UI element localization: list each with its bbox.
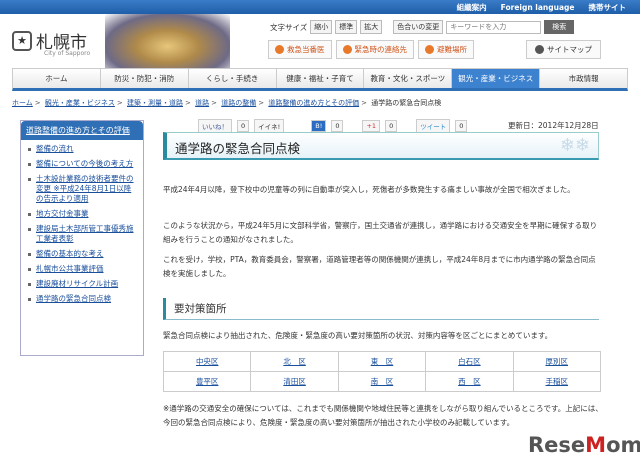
ward-link[interactable]: 豊平区 — [196, 377, 219, 386]
sidebar-link[interactable]: 土木設計業務の技術者要件の変更 ※平成24年8月1日以降の告示より適用 — [36, 174, 134, 203]
ward-link[interactable]: 東 区 — [371, 357, 394, 366]
sidebar-item: 通学路の緊急合同点検 — [27, 294, 137, 304]
gplus-count: 0 — [385, 120, 398, 132]
page-title-box: 通学路の緊急合同点検 ❄❄ — [163, 132, 599, 160]
social-buttons: いいね！ 0 イイネ! B! 0 +1 0 ツイート 0 — [198, 119, 468, 133]
sidebar-link[interactable]: 札幌市公共事業評価 — [36, 264, 104, 273]
global-nav: ホーム 防災・防犯・消防 くらし・手続き 健康・福祉・子育て 教育・文化・スポー… — [12, 68, 628, 91]
sidebar-heading-link[interactable]: 道路整備の進め方とその評価 — [26, 126, 130, 135]
table-row: 中央区 北 区 東 区 白石区 厚別区 — [162, 351, 602, 372]
emergency-contact-button[interactable]: 緊急時の連絡先 — [335, 40, 414, 59]
phone-icon — [342, 45, 352, 54]
link-organization[interactable]: 組織案内 — [457, 2, 487, 13]
header-tools: 文字サイズ 縮小 標準 拡大 色合いの変更 検索 — [270, 20, 575, 34]
font-large-button[interactable]: 拡大 — [360, 20, 383, 34]
site-logo[interactable]: ★ 札幌市 City of Sapporo — [12, 28, 90, 57]
page-title: 通学路の緊急合同点検 — [175, 141, 301, 156]
table-row: 豊平区 清田区 南 区 西 区 手稲区 — [162, 371, 602, 392]
ward-table: 中央区 北 区 東 区 白石区 厚別区 豊平区 清田区 南 区 西 区 手稲区 — [162, 351, 602, 392]
search-button[interactable]: 検索 — [544, 20, 575, 34]
nav-city-info[interactable]: 市政情報 — [540, 69, 627, 88]
nav-home[interactable]: ホーム — [13, 69, 101, 88]
section-intro: 緊急合同点検により抽出された、危険度・緊急度の高い要対策箇所の状況、対策内容等を… — [163, 331, 553, 340]
hospital-icon — [275, 45, 284, 54]
paragraph: これを受け，学校，PTA，教育委員会，警察署，道路管理者等の関係機関が連携し，平… — [163, 255, 596, 278]
sidebar-item: 建設局土木部所管工事優秀施工業者表彰 — [27, 224, 137, 244]
sidebar-item: 建設廃材リサイクル計画 — [27, 279, 137, 289]
ward-link[interactable]: 西 区 — [458, 377, 481, 386]
crumb-link[interactable]: 道路の整備 — [221, 99, 256, 107]
sidebar-link[interactable]: 建設廃材リサイクル計画 — [36, 279, 118, 288]
resemom-watermark: ReseMom — [528, 433, 640, 457]
font-standard-button[interactable]: 標準 — [335, 20, 358, 34]
crumb-link[interactable]: 建築・測量・道路 — [127, 99, 183, 107]
sidebar-item: 土木設計業務の技術者要件の変更 ※平成24年8月1日以降の告示より適用 — [27, 174, 137, 204]
paragraph: このような状況から，平成24年5月に文部科学省，警察庁，国土交通省が連携し，通学… — [163, 221, 598, 244]
link-foreign-language[interactable]: Foreign language — [501, 3, 575, 12]
nav-disaster[interactable]: 防災・防犯・消防 — [101, 69, 189, 88]
breadcrumb: ホーム > 観光・産業・ビジネス > 建築・測量・道路 > 道路 > 道路の整備 > 道路… — [12, 99, 442, 107]
logo-subtitle: City of Sapporo — [44, 50, 91, 57]
sidebar-link[interactable]: 地方交付金事業 — [36, 209, 89, 218]
like-count: 0 — [237, 120, 250, 132]
sidebar-link[interactable]: 整備の流れ — [36, 144, 74, 153]
header-christmas-tree-image — [105, 14, 230, 68]
sitemap-button[interactable]: サイトマップ — [526, 40, 601, 59]
lightning-icon — [425, 45, 434, 54]
font-small-button[interactable]: 縮小 — [310, 20, 333, 34]
search-input[interactable] — [446, 20, 542, 34]
section-heading: 要対策箇所 — [163, 298, 599, 320]
crumb-link[interactable]: 道路整備の進め方とその評価 — [268, 99, 359, 107]
top-links: 組織案内 Foreign language 携帯サイト — [0, 0, 640, 14]
ward-link[interactable]: 白石区 — [458, 357, 481, 366]
evacuation-site-button[interactable]: 避難場所 — [418, 40, 474, 59]
paragraph: 平成24年4月以降，登下校中の児童等の列に自動車が突入し，死傷者が多数発生する痛… — [163, 185, 575, 194]
emergency-doctor-button[interactable]: 救急当番医 — [268, 40, 332, 59]
ward-link[interactable]: 清田区 — [283, 377, 306, 386]
facebook-like-button[interactable]: いいね！ — [198, 119, 232, 133]
nav-education[interactable]: 教育・文化・スポーツ — [364, 69, 453, 88]
crumb-link[interactable]: 道路 — [195, 99, 209, 107]
google-plus-button[interactable]: +1 — [362, 120, 381, 132]
emergency-links: 救急当番医 緊急時の連絡先 避難場所 — [268, 40, 474, 59]
nav-tourism[interactable]: 観光・産業・ビジネス — [452, 69, 541, 88]
link-mobile-site[interactable]: 携帯サイト — [589, 2, 627, 13]
ward-link[interactable]: 手稲区 — [546, 377, 569, 386]
note: ※通学路の交通安全の確保については、これまでも関係機関や地域住民等と連携をしなが… — [163, 404, 603, 427]
sidebar-link[interactable]: 建設局土木部所管工事優秀施工業者表彰 — [36, 224, 134, 243]
updated-date: 更新日：2012年12月28日 — [508, 121, 599, 130]
sitemap-icon — [535, 45, 544, 54]
sidebar-link[interactable]: 整備の基本的な考え — [36, 249, 104, 258]
city-seal-icon: ★ — [12, 30, 32, 51]
label: サイトマップ — [547, 45, 592, 54]
ward-link[interactable]: 南 区 — [371, 377, 394, 386]
crumb-current: 通学路の緊急合同点検 — [371, 99, 442, 107]
ward-link[interactable]: 北 区 — [283, 357, 306, 366]
hatena-bookmark-button[interactable]: B! — [311, 120, 327, 132]
sidebar-item: 整備の基本的な考え — [27, 249, 137, 259]
font-size-label: 文字サイズ — [270, 22, 308, 32]
sidebar: 道路整備の進め方とその評価 整備の流れ 整備についての今後の考え方 土木設計業務… — [20, 120, 144, 356]
sidebar-item: 整備についての今後の考え方 — [27, 159, 137, 169]
label: 避難場所 — [437, 45, 467, 54]
ward-link[interactable]: 中央区 — [196, 357, 219, 366]
sidebar-item: 札幌市公共事業評価 — [27, 264, 137, 274]
hatena-count: 0 — [331, 120, 344, 132]
sidebar-item: 整備の流れ — [27, 144, 137, 154]
tweet-button[interactable]: ツイート — [416, 119, 451, 133]
snowflake-icon: ❄❄ — [559, 135, 590, 156]
sidebar-link[interactable]: 整備についての今後の考え方 — [36, 159, 133, 168]
label: 緊急時の連絡先 — [354, 45, 408, 54]
crumb-link[interactable]: 観光・産業・ビジネス — [45, 99, 115, 107]
mixi-iine-button[interactable]: イイネ! — [254, 119, 285, 133]
tweet-count: 0 — [455, 120, 468, 132]
sidebar-link[interactable]: 通学路の緊急合同点検 — [36, 294, 111, 303]
nav-health[interactable]: 健康・福祉・子育て — [277, 69, 365, 88]
crumb-link[interactable]: ホーム — [12, 99, 33, 107]
color-change-button[interactable]: 色合いの変更 — [393, 20, 444, 34]
ward-link[interactable]: 厚別区 — [546, 357, 569, 366]
sidebar-item: 地方交付金事業 — [27, 209, 137, 219]
label: 救急当番医 — [287, 45, 325, 54]
nav-living[interactable]: くらし・手続き — [189, 69, 277, 88]
